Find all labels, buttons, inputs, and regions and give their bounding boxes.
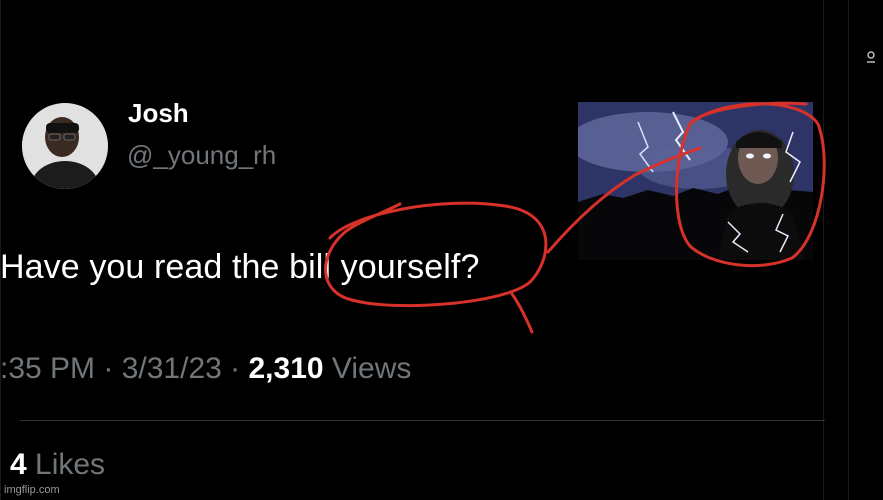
frame-edge-right — [823, 0, 824, 500]
likes-count[interactable]: 4 — [10, 448, 27, 481]
author-handle[interactable]: @_young_rh — [127, 140, 276, 171]
circle-tail — [510, 292, 534, 334]
tweet-text-start: Have you read the — [0, 248, 290, 286]
divider — [20, 420, 825, 421]
views-count[interactable]: 2,310 — [248, 352, 323, 385]
tweet-text-circled: bill yourself? — [289, 248, 480, 286]
tweet-time[interactable]: :35 PM — [0, 352, 95, 385]
avatar-photo — [22, 103, 108, 189]
likes-label[interactable]: Likes — [27, 448, 105, 481]
side-marker-icon — [864, 50, 878, 64]
tweet-date[interactable]: 3/31/23 — [122, 352, 222, 385]
views-label[interactable]: Views — [324, 352, 412, 385]
tweet-meta-row: :35 PM · 3/31/23 · 2,310 Views — [0, 352, 411, 386]
meme-edit-image — [578, 102, 813, 260]
meta-separator: · — [95, 352, 122, 385]
author-avatar[interactable] — [22, 103, 108, 189]
watermark: imgflip.com — [4, 484, 60, 496]
likes-row[interactable]: 4 Likes — [10, 448, 105, 482]
frame-edge-far-right — [848, 0, 849, 500]
storm-figure-picture — [578, 102, 813, 260]
tweet-text: Have you read the bill yourself? — [0, 248, 479, 287]
author-display-name[interactable]: Josh — [128, 98, 189, 129]
meta-separator: · — [221, 352, 249, 385]
